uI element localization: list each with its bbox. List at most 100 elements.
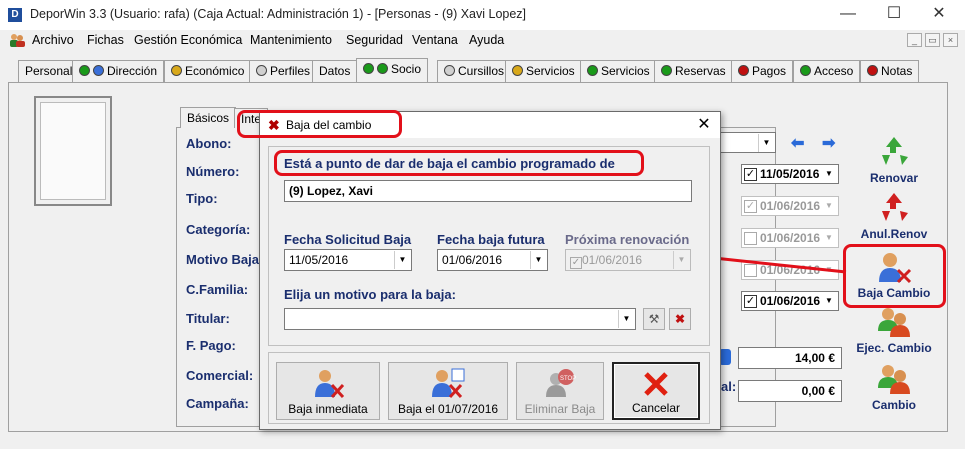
arrow-left-icon[interactable]: ⬅ [791,133,804,153]
checkbox-date-2[interactable]: ✓ [744,200,757,213]
stop-user-icon: STOP [546,369,576,397]
recycle-icon [882,137,908,165]
photo-placeholder[interactable] [40,102,106,200]
menu-mantenimiento[interactable]: Mantenimiento [250,33,332,47]
chevron-down-icon: ▼ [825,233,833,242]
status-dot-icon [377,63,388,74]
dialog-close-button[interactable]: ✕ [694,115,714,135]
status-dot-icon [867,65,878,76]
status-dot-icon [738,65,749,76]
close-button[interactable]: ✕ [929,4,949,24]
label-titular: Titular: [186,311,230,326]
tab-perfiles[interactable]: Perfiles [249,60,318,82]
users-swap-icon [878,365,910,394]
amount-field-1[interactable]: 14,00 € [738,347,842,369]
tab-servicios-1[interactable]: Servicios [505,60,582,82]
abono-combo[interactable]: ▼ [716,132,776,153]
mdi-minimize-button[interactable]: _ [907,33,922,47]
tab-acceso[interactable]: Acceso [793,60,861,82]
menu-fichas[interactable]: Fichas [87,33,124,47]
status-dot-icon [93,65,104,76]
menu-seguridad[interactable]: Seguridad [346,33,403,47]
eliminar-baja-button[interactable]: STOP Eliminar Baja [516,362,604,420]
status-dot-icon [171,65,182,76]
tab-reservas[interactable]: Reservas [654,60,733,82]
edit-motivos-button[interactable]: ⚒ [643,308,665,330]
fecha-futura-picker[interactable]: 01/06/2016 ▼ [437,249,548,271]
tab-socio[interactable]: Socio [356,58,429,82]
highlight-dialog-heading [274,150,644,176]
status-dot-icon [256,65,267,76]
label-abono: Abono: [186,136,232,151]
label-cfamilia: C.Familia: [186,282,249,297]
menu-gestion-economica[interactable]: Gestión Económica [134,33,242,47]
recycle-red-icon [882,193,908,221]
menu-archivo[interactable]: Archivo [32,33,74,47]
menu-ayuda[interactable]: Ayuda [469,33,504,47]
users-icon [10,34,25,47]
label-fecha-futura: Fecha baja futura [437,232,545,247]
label-fecha-solicitud: Fecha Solicitud Baja [284,232,412,247]
status-dot-icon [661,65,672,76]
label-motivo: Elija un motivo para la baja: [284,287,456,302]
tab-notas[interactable]: Notas [860,60,920,82]
chevron-down-icon: ▼ [825,201,833,210]
date-picker-5[interactable]: ✓ 01/06/2016 ▼ [741,291,839,311]
user-remove-icon [879,253,912,284]
tab-datos[interactable]: Datos [312,60,358,82]
cancelar-button[interactable]: Cancelar [612,362,700,420]
cross-icon: ✖ [674,312,686,326]
arrow-right-icon[interactable]: ➡ [822,133,835,153]
maximize-button[interactable]: ☐ [884,4,904,24]
checkbox-date-5[interactable]: ✓ [744,295,757,308]
status-dot-icon [79,65,90,76]
baja-fecha-button[interactable]: Baja el 01/07/2016 [388,362,508,420]
tab-strip: Personal Dirección Económico Perfiles Da… [8,58,948,82]
date-picker-3[interactable]: 01/06/2016 ▼ [741,228,839,248]
tab-direccion[interactable]: Dirección [72,60,165,82]
app-icon: D [8,8,22,22]
renovar-button[interactable]: Renovar [853,133,935,185]
clear-motivo-button[interactable]: ✖ [669,308,691,330]
menu-ventana[interactable]: Ventana [412,33,458,47]
checkbox-date-3[interactable] [744,232,757,245]
date-picker-2[interactable]: ✓ 01/06/2016 ▼ [741,196,839,216]
user-calendar-remove-icon [432,368,465,399]
svg-text:STOP: STOP [560,376,576,382]
chevron-down-icon: ▼ [530,251,546,269]
baja-inmediata-button[interactable]: Baja inmediata [276,362,380,420]
users-change-icon [878,308,910,337]
highlight-connector [713,256,847,274]
chevron-down-icon: ▼ [758,134,774,152]
label-motivo-baja: Motivo Baja [186,252,259,267]
minimize-button[interactable]: — [838,4,858,24]
tab-economico[interactable]: Económico [164,60,252,82]
date-picker-1[interactable]: ✓ 11/05/2016 ▼ [741,164,839,184]
anul-renov-button[interactable]: Anul.Renov [853,189,935,241]
title-bar: D DeporWin 3.3 (Usuario: rafa) (Caja Act… [0,0,965,30]
label-categoria: Categoría: [186,222,251,237]
subtab-basicos[interactable]: Básicos [180,107,237,128]
status-dot-icon [512,65,523,76]
chevron-down-icon: ▼ [394,251,410,269]
label-proxima-renovacion: Próxima renovación [565,232,690,247]
status-dot-icon [800,65,811,76]
proxima-renovacion-picker[interactable]: ✓ 01/06/2016 ▼ [565,249,691,271]
tab-cursillos[interactable]: Cursillos [437,60,512,82]
baja-cambio-button[interactable]: Baja Cambio [853,250,935,300]
amount-field-2[interactable]: 0,00 € [738,380,842,402]
tab-pagos[interactable]: Pagos [731,60,794,82]
tab-personal[interactable]: Personal [18,60,80,82]
label-numero: Número: [186,164,240,179]
fecha-solicitud-picker[interactable]: 11/05/2016 ▼ [284,249,412,271]
chevron-down-icon: ▼ [825,169,833,178]
checkbox-date-1[interactable]: ✓ [744,168,757,181]
cambio-button[interactable]: Cambio [853,362,935,412]
motivo-select[interactable]: ▼ [284,308,636,330]
label-tipo: Tipo: [186,191,218,206]
mdi-close-button[interactable]: × [943,33,958,47]
tab-servicios-2[interactable]: Servicios [580,60,657,82]
ejec-cambio-button[interactable]: Ejec. Cambio [853,305,935,355]
chevron-down-icon: ▼ [618,310,634,328]
mdi-restore-button[interactable]: ▭ [925,33,940,47]
